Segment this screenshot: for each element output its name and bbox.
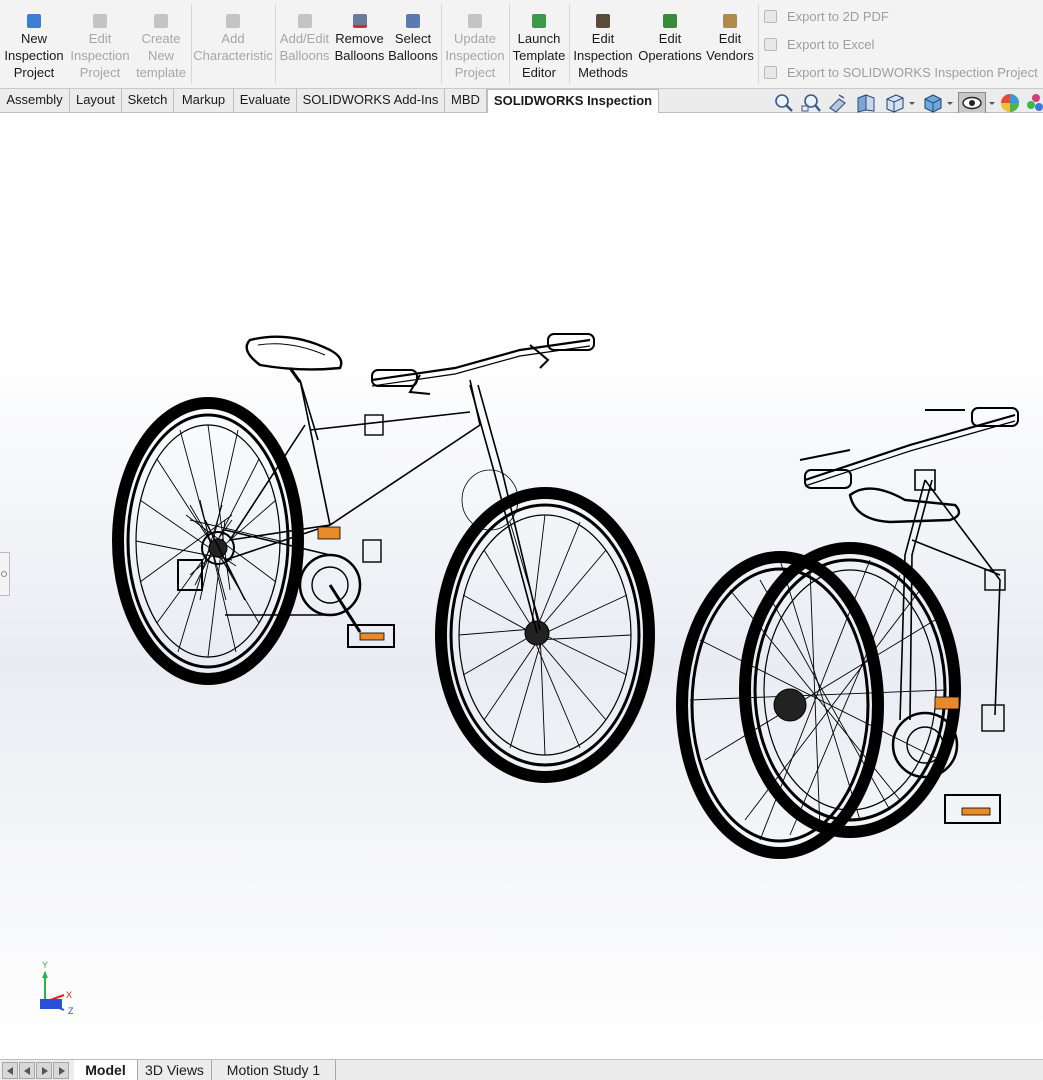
triad-z-label: Z xyxy=(68,1006,74,1016)
export-inspection-project-button[interactable]: Export to SOLIDWORKS Inspection Project xyxy=(764,62,1038,84)
ribbon-separator xyxy=(569,4,570,84)
triad-x-label: X xyxy=(66,990,72,1000)
new-inspection-project-icon xyxy=(27,14,41,28)
bicycle-left[interactable] xyxy=(112,333,655,783)
chevron-down-icon[interactable] xyxy=(987,92,997,114)
inspection-export-icon xyxy=(764,66,777,79)
circle-icon xyxy=(1,571,7,577)
triad-y-label: Y xyxy=(42,960,48,970)
tab-motion-study-1[interactable]: Motion Study 1 xyxy=(212,1060,336,1080)
display-style-icon[interactable] xyxy=(922,92,944,114)
tab-assembly[interactable]: Assembly xyxy=(0,89,70,112)
update-project-icon xyxy=(468,14,482,28)
excel-export-icon xyxy=(764,38,777,51)
graphics-area[interactable]: Y X Z xyxy=(0,113,1043,1059)
launch-template-editor-button[interactable]: Launch Template Editor xyxy=(511,0,567,89)
bottom-tab-bar: Model 3D Views Motion Study 1 xyxy=(0,1059,1043,1080)
previous-view-icon[interactable] xyxy=(827,92,849,114)
update-inspection-project-button[interactable]: Update Inspection Project xyxy=(443,0,507,89)
view-orientation-icon[interactable] xyxy=(884,92,906,114)
new-inspection-project-button[interactable]: New Inspection Project xyxy=(2,0,66,89)
operations-icon xyxy=(663,14,677,28)
edit-appearance-icon[interactable] xyxy=(999,92,1021,114)
pdf-export-icon xyxy=(764,10,777,23)
panel-toggle-handle[interactable] xyxy=(0,552,10,596)
tab-sketch[interactable]: Sketch xyxy=(122,89,174,112)
edit-inspection-project-button[interactable]: Edit Inspection Project xyxy=(68,0,132,89)
template-editor-icon xyxy=(532,14,546,28)
bicycle-assembly-model[interactable] xyxy=(0,113,1043,1059)
edit-operations-button[interactable]: Edit Operations xyxy=(637,0,703,89)
tab-model[interactable]: Model xyxy=(74,1060,138,1080)
command-manager-ribbon: New Inspection Project Edit Inspection P… xyxy=(0,0,1043,89)
inspection-methods-icon xyxy=(596,14,610,28)
tab-solidworks-add-ins[interactable]: SOLIDWORKS Add-Ins xyxy=(297,89,445,112)
hide-show-items-icon[interactable] xyxy=(958,92,986,114)
ribbon-separator xyxy=(275,4,276,84)
ribbon-separator xyxy=(441,4,442,84)
bicycle-right[interactable] xyxy=(676,407,1019,859)
previous-tab-button[interactable] xyxy=(19,1062,35,1079)
export-2d-pdf-button[interactable]: Export to 2D PDF xyxy=(764,6,889,28)
edit-inspection-methods-button[interactable]: Edit Inspection Methods xyxy=(571,0,635,89)
select-balloons-icon xyxy=(406,14,420,28)
create-template-icon xyxy=(154,14,168,28)
first-tab-button[interactable] xyxy=(2,1062,18,1079)
tab-evaluate[interactable]: Evaluate xyxy=(234,89,297,112)
edit-inspection-project-icon xyxy=(93,14,107,28)
next-tab-button[interactable] xyxy=(36,1062,52,1079)
ribbon-separator xyxy=(509,4,510,84)
tab-mbd[interactable]: MBD xyxy=(445,89,487,112)
export-excel-button[interactable]: Export to Excel xyxy=(764,34,874,56)
coordinate-triad: Y X Z xyxy=(40,960,74,1016)
select-balloons-button[interactable]: Select Balloons xyxy=(388,0,438,89)
ribbon-separator xyxy=(758,4,759,84)
tab-solidworks-inspection[interactable]: SOLIDWORKS Inspection xyxy=(487,89,659,113)
tab-3d-views[interactable]: 3D Views xyxy=(138,1060,212,1080)
tab-layout[interactable]: Layout xyxy=(70,89,122,112)
apply-scene-icon[interactable] xyxy=(1025,92,1043,114)
zoom-to-fit-icon[interactable] xyxy=(773,92,795,114)
add-characteristic-icon xyxy=(226,14,240,28)
chevron-down-icon[interactable] xyxy=(944,92,956,114)
section-view-icon[interactable] xyxy=(855,92,877,114)
remove-balloons-icon xyxy=(352,14,367,28)
vendors-icon xyxy=(723,14,737,28)
create-new-template-button[interactable]: Create New template xyxy=(131,0,191,89)
add-characteristic-button[interactable]: Add Characteristic xyxy=(193,0,273,89)
tab-markup[interactable]: Markup xyxy=(174,89,234,112)
ribbon-separator xyxy=(191,4,192,84)
zoom-to-area-icon[interactable] xyxy=(800,92,822,114)
add-edit-balloons-button[interactable]: Add/Edit Balloons xyxy=(277,0,332,89)
balloons-icon xyxy=(297,14,312,28)
edit-vendors-button[interactable]: Edit Vendors xyxy=(705,0,755,89)
chevron-down-icon[interactable] xyxy=(906,92,918,114)
last-tab-button[interactable] xyxy=(53,1062,69,1079)
remove-balloons-button[interactable]: Remove Balloons xyxy=(333,0,386,89)
